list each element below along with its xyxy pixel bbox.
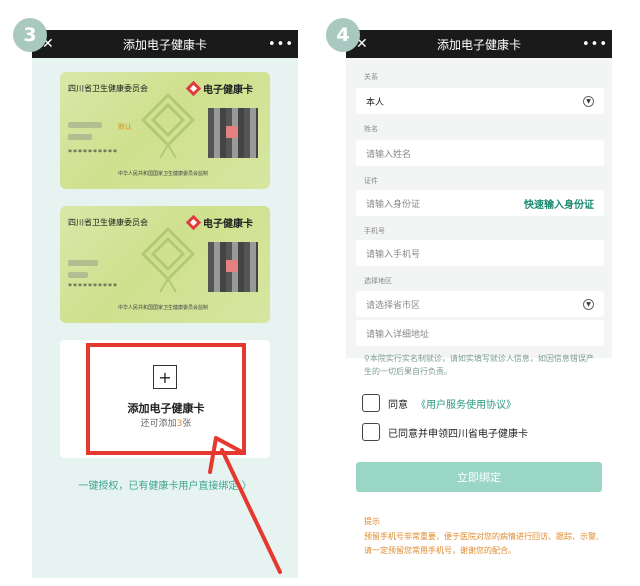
step-badge-4: 4 <box>326 18 360 52</box>
region-select[interactable]: 请选择省市区 ▼ <box>356 291 604 317</box>
quick-id-button[interactable]: 快速输入身份证 <box>524 196 594 211</box>
id-input[interactable]: 请输入身份证 快速输入身份证 <box>356 190 604 216</box>
apply-label: 已同意并申领四川省电子健康卡 <box>388 428 528 440</box>
blurred-name <box>68 122 102 128</box>
health-card-1[interactable]: 四川省卫生健康委员会 电子健康卡 默认 ********** 中华人民共和国国家… <box>60 72 270 189</box>
chinese-knot-icon <box>140 92 196 159</box>
step-badge-3: 3 <box>13 18 47 52</box>
more-icon[interactable]: ••• <box>582 37 607 52</box>
add-card-title[interactable]: 添加电子健康卡 <box>86 400 246 416</box>
default-tag: 默认 <box>118 123 132 131</box>
chevron-down-icon: ▼ <box>583 298 594 310</box>
region-label: 选择地区 <box>364 277 392 285</box>
nav-title: 添加电子健康卡 <box>436 37 521 52</box>
tips-body: 预留手机号非常重要，便于医院对您的病情进行回访、跟踪、示警,请一定预留您常用手机… <box>364 532 599 555</box>
region-placeholder: 请选择省市区 <box>366 300 421 311</box>
chinese-knot-icon <box>140 226 196 293</box>
card-issuer: 四川省卫生健康委员会 <box>68 84 148 93</box>
card-issuer: 四川省卫生健康委员会 <box>68 218 148 227</box>
add-card-remaining: 还可添加3张 <box>140 419 192 429</box>
relation-value: 本人 <box>366 97 385 108</box>
highlight-box <box>86 343 246 455</box>
card-footer: 中华人民共和国国家卫生健康委员会监制 <box>118 305 209 311</box>
nav-bar: ✕ 添加电子健康卡 ••• <box>32 30 298 58</box>
phone-label: 手机号 <box>364 227 385 235</box>
tips-title: 提示 <box>364 517 380 526</box>
name-input[interactable]: 请输入姓名 <box>356 140 604 166</box>
terms-link[interactable]: 《用户服务使用协议》 <box>416 396 516 411</box>
phone-screen-form: ✕ 添加电子健康卡 ••• 关系 本人 ▼ 姓名 请输入姓名 证件 请输入身份证… <box>346 30 612 578</box>
address-placeholder: 请输入详细地址 <box>366 329 430 340</box>
health-card-2[interactable]: 四川省卫生健康委员会 电子健康卡 ********** 中华人民共和国国家卫生健… <box>60 206 270 323</box>
nav-bar: ✕ 添加电子健康卡 ••• <box>346 30 612 58</box>
qr-code <box>208 108 258 158</box>
phone-input[interactable]: 请输入手机号 <box>356 240 604 266</box>
bind-now-button[interactable]: 立即绑定 <box>356 462 602 492</box>
real-name-notice: ⚲本院实行实名制就诊，请如实填写就诊人信息，如因信息错误产生的一切后果自行负责。 <box>364 354 594 376</box>
more-icon[interactable]: ••• <box>268 37 293 52</box>
chevron-down-icon: ▼ <box>583 95 594 107</box>
agree-checkbox[interactable] <box>362 394 380 412</box>
qr-code <box>208 242 258 292</box>
apply-checkbox[interactable] <box>362 423 380 441</box>
apply-row: 已同意并申领四川省电子健康卡 <box>362 423 528 441</box>
relation-label: 关系 <box>364 73 378 81</box>
id-placeholder: 请输入身份证 <box>366 199 421 210</box>
name-label: 姓名 <box>364 125 378 133</box>
one-key-bind-link[interactable]: 一键授权，已有健康卡用户直接绑定 〉 <box>32 477 298 492</box>
blurred-name <box>68 260 98 266</box>
name-placeholder: 请输入姓名 <box>366 149 412 160</box>
nav-title: 添加电子健康卡 <box>122 37 207 52</box>
address-input[interactable]: 请输入详细地址 <box>356 320 604 346</box>
card-footer: 中华人民共和国国家卫生健康委员会监制 <box>118 171 209 177</box>
phone-placeholder: 请输入手机号 <box>366 249 421 260</box>
relation-select[interactable]: 本人 ▼ <box>356 88 604 114</box>
id-label: 证件 <box>364 177 378 185</box>
phone-screen-add-card: ✕ 添加电子健康卡 ••• 四川省卫生健康委员会 电子健康卡 默认 ******… <box>32 30 298 578</box>
add-card-button[interactable]: + <box>153 365 177 389</box>
blurred-info <box>68 272 88 278</box>
card-id-number: ********** <box>68 282 118 291</box>
card-id-number: ********** <box>68 148 118 157</box>
agree-row: 同意 《用户服务使用协议》 <box>362 394 516 412</box>
blurred-info <box>68 134 92 140</box>
